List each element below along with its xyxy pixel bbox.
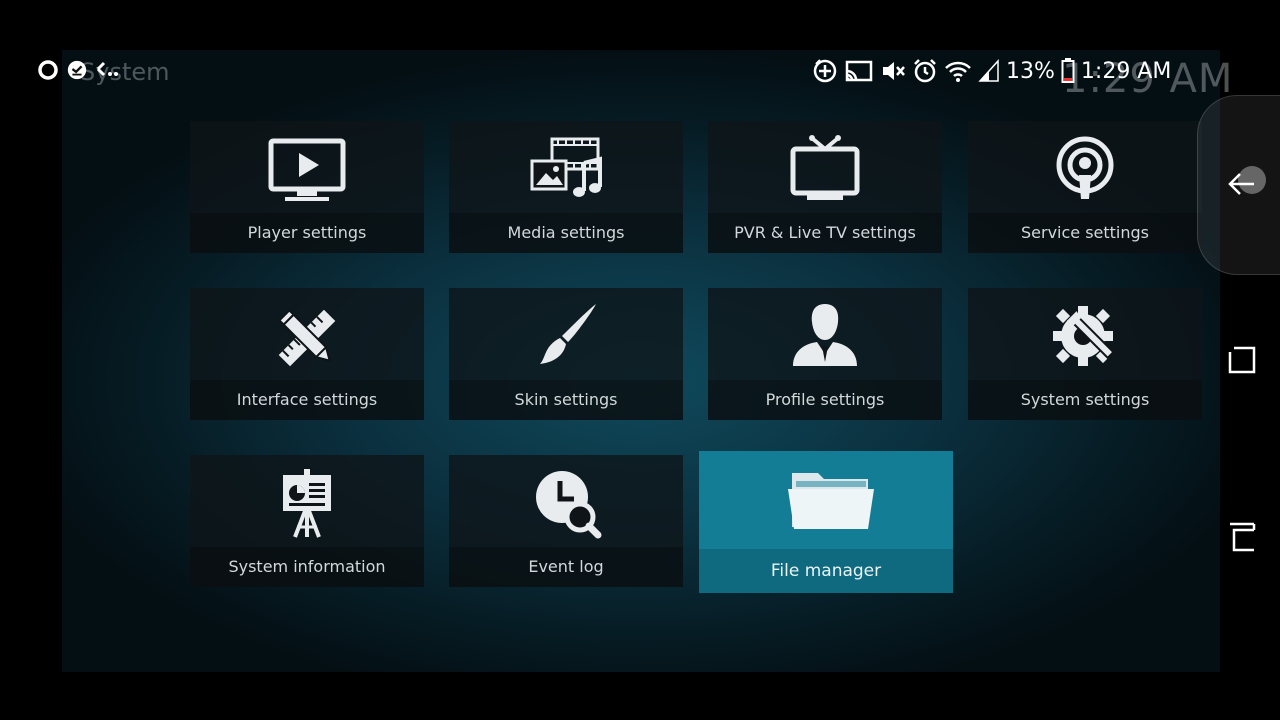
alarm-icon (912, 58, 938, 84)
status-bar-left (36, 58, 122, 86)
tile-label: PVR & Live TV settings (734, 223, 916, 242)
tile-label: System settings (1020, 390, 1150, 409)
user-icon (785, 300, 865, 376)
wifi-icon (944, 59, 972, 83)
tile-system-information[interactable]: System information (190, 455, 424, 587)
tile-profile-settings[interactable]: Profile settings (708, 288, 942, 420)
battery-percent: 13% (1006, 58, 1055, 84)
signal-icon (978, 59, 1000, 83)
tile-label: Player settings (247, 223, 367, 242)
gear-wrench-icon (1045, 300, 1125, 376)
tile-pvr-live-tv-settings[interactable]: PVR & Live TV settings (708, 121, 942, 253)
clock-search-icon (526, 467, 606, 543)
home-button[interactable] (1224, 516, 1264, 556)
presentation-board-icon (267, 467, 347, 543)
podcast-icon (1045, 133, 1125, 209)
add-circle-icon (812, 58, 838, 84)
tile-label: System information (228, 557, 386, 576)
paintbrush-icon (526, 300, 606, 376)
folder-icon (786, 467, 874, 543)
status-bar-right: 13% 1:29 AM (812, 56, 1171, 86)
tile-system-settings[interactable]: System settings (968, 288, 1202, 420)
back-icon (1226, 166, 1266, 206)
tile-label: Media settings (507, 223, 625, 242)
tile-label: Event log (528, 557, 604, 576)
home-icon (1224, 522, 1260, 560)
status-time: 1:29 AM (1080, 58, 1172, 84)
back-button[interactable] (1226, 162, 1266, 202)
tile-label: Interface settings (236, 390, 378, 409)
cast-icon (844, 59, 874, 83)
tv-play-icon (267, 133, 347, 209)
circle-icon (36, 58, 60, 86)
tile-event-log[interactable]: Event log (449, 455, 683, 587)
tile-file-manager[interactable]: File manager (699, 451, 953, 593)
tile-player-settings[interactable]: Player settings (190, 121, 424, 253)
tile-label: Profile settings (765, 390, 885, 409)
recents-icon (1224, 346, 1260, 382)
download-done-icon (66, 59, 88, 85)
screen: System 1:29 AM 13% 1:29 AM Player settin… (0, 0, 1280, 720)
dots-icon (94, 59, 122, 85)
tile-label: File manager (770, 561, 882, 581)
recents-button[interactable] (1224, 342, 1264, 382)
tile-skin-settings[interactable]: Skin settings (449, 288, 683, 420)
tv-antenna-icon (785, 133, 865, 209)
media-icon (526, 133, 606, 209)
tile-interface-settings[interactable]: Interface settings (190, 288, 424, 420)
tile-service-settings[interactable]: Service settings (968, 121, 1202, 253)
tile-media-settings[interactable]: Media settings (449, 121, 683, 253)
tile-label: Service settings (1020, 223, 1150, 242)
pencil-ruler-icon (267, 300, 347, 376)
battery-icon (1061, 58, 1075, 84)
tile-label: Skin settings (514, 390, 618, 409)
mute-icon (880, 59, 906, 83)
